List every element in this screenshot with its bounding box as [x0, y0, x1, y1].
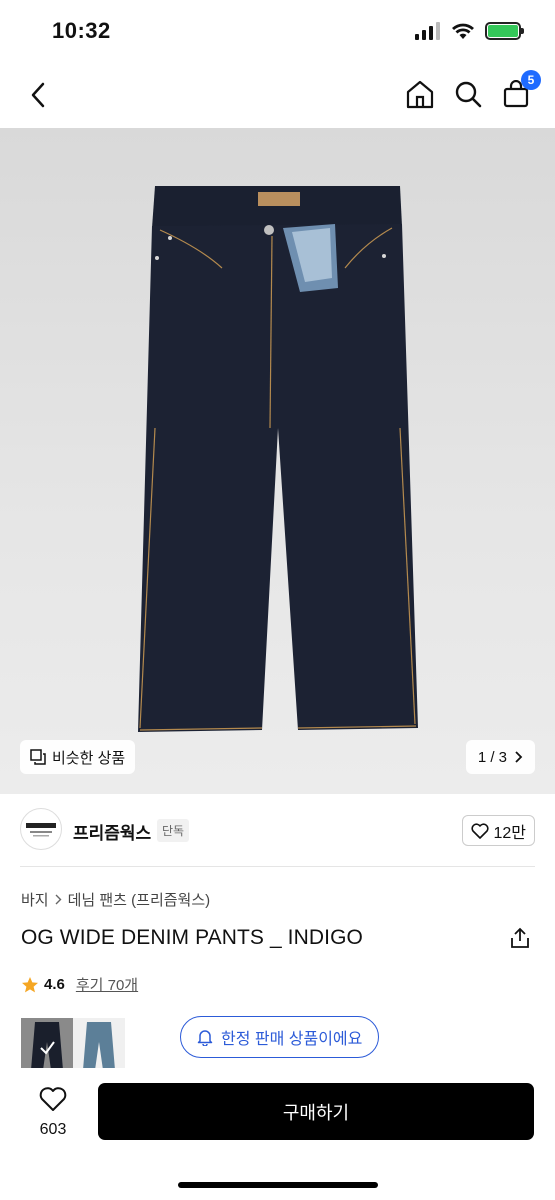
brand-like-button[interactable]: 12만: [462, 815, 535, 846]
home-indicator: [178, 1182, 378, 1188]
limited-sale-label: 한정 판매 상품이에요: [221, 1031, 363, 1048]
color-option-indigo[interactable]: [21, 1018, 73, 1070]
product-image: [138, 186, 418, 732]
limited-sale-badge[interactable]: 한정 판매 상품이에요: [180, 1016, 380, 1058]
chevron-right-icon: [55, 894, 62, 905]
cart-button[interactable]: 5: [499, 70, 541, 112]
rating-score: 4.6: [44, 976, 65, 993]
breadcrumb: 바지 데님 팬츠 (프리즘웍스): [21, 889, 210, 910]
wishlist-button[interactable]: 603: [28, 1086, 78, 1139]
thumbnail-image: [73, 1018, 125, 1070]
chevron-right-icon: [515, 751, 523, 763]
rating-row: 4.6 후기 70개: [21, 974, 138, 995]
heart-icon: [471, 822, 490, 839]
chevron-left-icon: [31, 82, 45, 108]
breadcrumb-item[interactable]: 데님 팬츠 (프리즘웍스): [68, 889, 211, 910]
wifi-icon: [452, 23, 474, 39]
bell-icon: [197, 1030, 213, 1046]
star-icon: [22, 976, 38, 992]
share-icon: [511, 927, 529, 948]
status-bar: 10:32: [0, 0, 555, 62]
wishlist-count: 603: [39, 1121, 67, 1138]
share-button[interactable]: [509, 927, 533, 951]
thumbnail-image: [21, 1018, 73, 1070]
copy-icon: [30, 749, 46, 765]
product-image-carousel[interactable]: 비슷한 상품 1 / 3: [0, 128, 555, 794]
exclusive-tag: 단독: [157, 819, 190, 842]
brand-like-count: 12만: [493, 824, 526, 842]
status-time: 10:32: [52, 18, 111, 43]
divider: [20, 866, 535, 867]
home-button[interactable]: [403, 76, 437, 112]
signal-icon: [415, 22, 440, 40]
status-icons: [415, 22, 524, 40]
bottom-action-bar: 603 구매하기: [0, 1068, 555, 1200]
heart-icon: [39, 1087, 67, 1111]
breadcrumb-item[interactable]: 바지: [21, 889, 49, 910]
page-indicator-text: 1 / 3: [477, 748, 507, 766]
image-page-indicator[interactable]: 1 / 3: [465, 740, 535, 774]
search-button[interactable]: [451, 76, 485, 112]
home-icon: [406, 80, 434, 109]
brand-logo-icon: [26, 823, 56, 837]
buy-button[interactable]: 구매하기: [98, 1083, 534, 1140]
similar-products-button[interactable]: 비슷한 상품: [20, 740, 136, 774]
seller-row: 프리즘웍스 단독 12만: [20, 806, 535, 854]
seller-name[interactable]: 프리즘웍스: [73, 819, 151, 844]
color-option-light-blue[interactable]: [73, 1018, 125, 1070]
battery-icon: [485, 22, 524, 40]
search-icon: [455, 81, 482, 108]
seller-logo[interactable]: [20, 808, 62, 850]
similar-products-label: 비슷한 상품: [52, 749, 126, 767]
back-button[interactable]: [22, 78, 54, 112]
top-nav: 5: [0, 62, 555, 128]
color-options: [21, 1018, 125, 1070]
reviews-link[interactable]: 후기 70개: [76, 974, 138, 995]
product-title: OG WIDE DENIM PANTS _ INDIGO: [21, 926, 363, 949]
cart-count-badge: 5: [521, 70, 541, 90]
